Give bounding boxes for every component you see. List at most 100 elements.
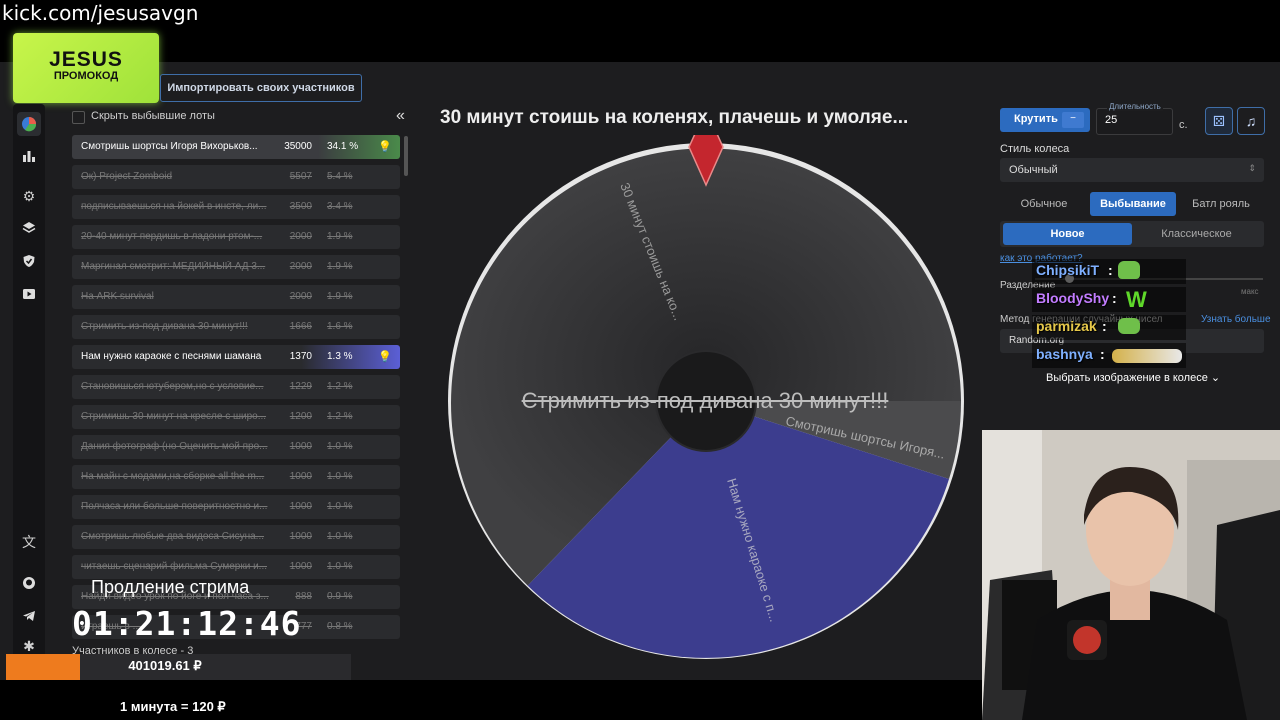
music-icon[interactable]: ♫ [1237,107,1265,135]
webcam-image [982,430,1280,720]
hide-eliminated-row[interactable]: Скрыть выбывшие лоты « [72,107,405,126]
tab-elimination[interactable]: Выбывание [1090,192,1176,216]
chat-username: bashnya [1036,346,1093,362]
lot-name: Полчаса или больше поверитностно и... [81,501,268,512]
lot-amount: 1666 [289,321,312,332]
chat-username: ChipsikiT [1036,262,1100,278]
hide-eliminated-checkbox[interactable] [72,111,85,124]
lot-amount: 2000 [289,231,312,242]
promo-subtitle: ПРОМОКОД [53,70,119,82]
chevron-down-icon: ⌄ [1210,372,1221,384]
lightbulb-icon[interactable]: 💡 [378,350,392,363]
w-emote-icon: W [1126,287,1147,312]
translate-icon[interactable]: 文 [17,530,41,554]
spin-options-button[interactable]: − [1062,112,1084,128]
duration-unit: с. [1179,119,1188,131]
lot-row[interactable]: 20-40 минут пердишь в ладони ртом-... 200… [72,225,400,249]
lot-row[interactable]: Дания фотограф (но Оценить мой про... 100… [72,435,400,459]
shield-icon[interactable] [17,249,41,273]
elimination-type-tabs: Новое Классическое [1000,221,1264,247]
lot-row[interactable]: Становишься ютубером,но с условие... 1229… [72,375,400,399]
lot-row[interactable]: Стримишь 30 минут на кресле с широ... 120… [72,405,400,429]
lot-amount: 35000 [284,141,312,152]
lot-list-scrollbar[interactable] [404,136,408,176]
lot-percent: 1.9 % [327,291,353,302]
lot-amount: 1000 [289,501,312,512]
lot-row[interactable]: Маргинал смотрит: МЕДИЙНЫЙ АД 3... 2000 1.… [72,255,400,279]
video-icon[interactable] [17,282,41,306]
frog-emote-icon [1118,318,1140,334]
lot-percent: 1.6 % [327,321,353,332]
lot-row[interactable]: Полчаса или больше поверитностно и... 100… [72,495,400,519]
stream-timer: 01:21:12:46 [72,604,302,643]
chat-separator: : [1112,290,1117,306]
chat-message: parmizak : [1032,315,1186,340]
lot-amount: 5507 [289,171,312,182]
lot-amount: 2000 [289,291,312,302]
lot-row[interactable]: подписываешься на йокей в инсте, ли... 35… [72,195,400,219]
tab-battle-royale[interactable]: Батл рояль [1178,192,1264,216]
tab-new[interactable]: Новое [1003,223,1132,245]
tab-normal[interactable]: Обычное [1000,192,1088,216]
learn-more-link[interactable]: Узнать больше [1201,314,1271,325]
sidebar: ⚙ 文 ✱ [13,104,45,670]
lot-percent: 0.9 % [327,591,353,602]
chat-username: BloodyShy [1036,290,1110,306]
lot-name: Нам нужно караоке с песнями шамана [81,351,262,362]
lot-percent: 1.0 % [327,441,353,452]
lot-name: Смотришь любые два видоса Сисуна... [81,531,265,542]
lot-percent: 1.3 % [327,351,353,362]
wheel-current-label: Стримить из-под дивана 30 минут!!! [521,388,889,413]
lot-percent: 1.0 % [327,471,353,482]
collapse-panel-button[interactable]: « [396,107,405,125]
gear-icon[interactable]: ⚙ [17,184,41,208]
wheel-style-value: Обычный [1009,164,1058,176]
lot-row[interactable]: На ARK survival 2000 1.9 % [72,285,400,309]
lot-amount: 1200 [289,411,312,422]
pie-chart-icon[interactable] [17,112,41,136]
hide-eliminated-label: Скрыть выбывшие лоты [91,110,215,122]
telegram-icon[interactable] [17,604,41,628]
lot-amount: 3500 [289,201,312,212]
promo-title: JESUS [49,48,123,71]
lot-amount: 888 [295,591,312,602]
layers-icon[interactable] [17,216,41,240]
lot-amount: 1000 [289,471,312,482]
lot-row[interactable]: Стримить из-под дивана 30 минут!!! 1666 1.… [72,315,400,339]
promo-badge: JESUS ПРОМОКОД [13,33,159,103]
import-participants-button[interactable]: Импортировать своих участников [160,74,362,102]
lot-percent: 1.9 % [327,261,353,272]
chat-username: parmizak [1036,318,1097,334]
dice-icon[interactable]: ⚄ [1205,107,1233,135]
lightbulb-icon[interactable]: 💡 [378,140,392,153]
mode-tabs: Обычное Выбывание Батл рояль [1000,192,1264,216]
chat-message: ChipsikiT : [1032,259,1186,284]
tank-emote-icon [1112,349,1182,363]
lot-percent: 1.9 % [327,231,353,242]
split-max-label: макс [1241,287,1259,296]
lot-amount: 1000 [289,531,312,542]
github-icon[interactable] [17,571,41,595]
choose-wheel-image-button[interactable]: Выбрать изображение в колесе ⌄ [1046,371,1220,384]
lot-row[interactable]: читаешь сценарий фильма Сумерки и... 1000… [72,555,400,579]
tab-classic[interactable]: Классическое [1132,223,1261,245]
lot-name: Маргинал смотрит: МЕДИЙНЫЙ АД 3... [81,261,266,272]
lot-row[interactable]: На майн с модами,на сборке all the m... 1… [72,465,400,489]
lot-name: Смотришь шортсы Игоря Вихорьков... [81,141,258,152]
lot-name: читаешь сценарий фильма Сумерки и... [81,561,268,572]
spin-button[interactable]: Крутить − [1000,108,1090,132]
stream-url-label: kick.com/jesusavgn [2,1,199,25]
rate-label: 1 минута = 120 ₽ [120,699,226,714]
lot-row[interactable]: Смотришь любые два видоса Сисуна... 1000 1… [72,525,400,549]
lot-percent: 5.4 % [327,171,353,182]
lot-row[interactable]: Нам нужно караоке с песнями шамана 1370 1.… [72,345,400,369]
lot-name: подписываешься на йокей в инсте, ли... [81,201,267,212]
spin-label: Крутить [1014,113,1058,125]
chevron-updown-icon: ⇕ [1248,163,1256,173]
duration-input[interactable] [1105,114,1165,126]
wheel-style-select[interactable]: Обычный ⇕ [1000,158,1264,182]
bar-chart-icon[interactable] [17,144,41,168]
chat-message: BloodyShy : W [1032,287,1186,312]
lot-row[interactable]: Ок) Project Zomboid 5507 5.4 % [72,165,400,189]
lot-row[interactable]: Смотришь шортсы Игоря Вихорьков... 35000 3… [72,135,400,159]
